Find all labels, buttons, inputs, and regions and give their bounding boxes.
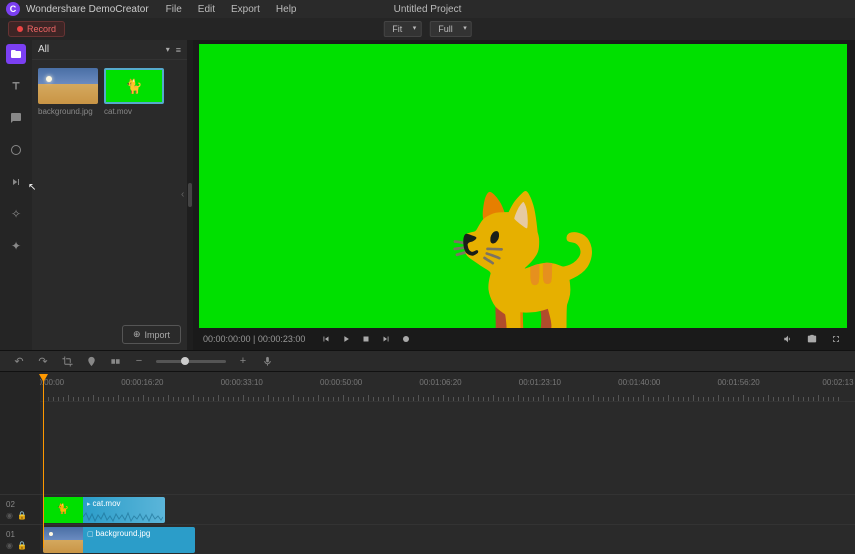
fit-dropdown[interactable]: Fit [383, 21, 421, 37]
media-thumb [104, 68, 164, 104]
video-preview[interactable]: 🐈 [199, 44, 847, 328]
play-icon[interactable] [339, 332, 353, 346]
stop-icon[interactable] [359, 332, 373, 346]
menu-edit[interactable]: Edit [191, 4, 222, 15]
track-01[interactable]: ▢background.jpg [40, 524, 855, 554]
clip-background[interactable]: ▢background.jpg [43, 527, 195, 553]
lock-icon[interactable]: 🔒 [17, 511, 27, 520]
track-02[interactable]: ▸cat.mov [40, 494, 855, 524]
menu-file[interactable]: File [159, 4, 189, 15]
audio-waveform-icon [83, 511, 163, 523]
lock-icon[interactable]: 🔒 [17, 541, 27, 550]
media-panel: All ▾ ≡ background.jpg cat.mov ⊕ Import [32, 40, 187, 350]
import-label: Import [144, 330, 170, 340]
media-label: background.jpg [38, 107, 98, 116]
menu-bar: C Wondershare DemoCreator File Edit Expo… [0, 0, 855, 18]
media-item-background[interactable]: background.jpg [38, 68, 98, 116]
panel-resize-handle[interactable] [188, 183, 192, 207]
full-dropdown[interactable]: Full [429, 21, 472, 37]
ruler-mark: 00:01:23:10 [519, 378, 561, 387]
preview-panel: 🐈 00:00:00:00 | 00:00:23:00 [193, 40, 855, 350]
record-dot-icon [17, 26, 23, 32]
track-header-02[interactable]: 02 ◉🔒 [0, 494, 40, 524]
marker-icon[interactable] [84, 354, 98, 368]
time-display: 00:00:00:00 | 00:00:23:00 [203, 334, 305, 344]
app-name: Wondershare DemoCreator [26, 4, 149, 15]
track-headers: 02 ◉🔒 01 ◉🔒 [0, 372, 40, 554]
import-button[interactable]: ⊕ Import [122, 325, 181, 344]
ruler-mark: 00:01:40:00 [618, 378, 660, 387]
media-item-cat[interactable]: cat.mov [104, 68, 164, 116]
track-header-01[interactable]: 01 ◉🔒 [0, 524, 40, 554]
time-ruler[interactable]: 00:00:00:0000:00:16:2000:00:33:1000:00:5… [40, 372, 855, 402]
media-library-icon[interactable] [6, 44, 26, 64]
skip-end-icon[interactable] [379, 332, 393, 346]
fullscreen-icon[interactable] [829, 332, 843, 346]
media-thumb [38, 68, 98, 104]
clip-thumb [43, 527, 83, 553]
timeline: 02 ◉🔒 01 ◉🔒 00:00:00:0000:00:16:2000:00:… [0, 372, 855, 554]
effects-icon[interactable]: ✧ [6, 204, 26, 224]
record-button[interactable]: Record [8, 21, 65, 37]
zoom-out-icon[interactable]: − [132, 354, 146, 368]
video-icon: ▸ [87, 501, 91, 508]
clip-label: cat.mov [93, 499, 121, 508]
cat-subject: 🐈 [436, 198, 610, 328]
eye-icon[interactable]: ◉ [6, 541, 13, 550]
ruler-mark: 00:01:06:20 [419, 378, 461, 387]
split-icon[interactable] [108, 354, 122, 368]
record-marker-icon[interactable] [399, 332, 413, 346]
playback-bar: 00:00:00:00 | 00:00:23:00 [199, 328, 847, 350]
menu-help[interactable]: Help [269, 4, 304, 15]
redo-icon[interactable]: ↷ [36, 354, 50, 368]
import-icon: ⊕ [133, 329, 141, 340]
zoom-thumb[interactable] [181, 357, 189, 365]
cursor-effects-icon[interactable]: ✦ [6, 236, 26, 256]
clip-cat[interactable]: ▸cat.mov [43, 497, 165, 523]
sticker-icon[interactable] [6, 140, 26, 160]
media-label: cat.mov [104, 107, 164, 116]
ruler-mark: 00:01:56:20 [717, 378, 759, 387]
timeline-toolbar: ↶ ↷ − + [0, 350, 855, 372]
mic-icon[interactable] [260, 354, 274, 368]
timeline-content[interactable]: 00:00:00:0000:00:16:2000:00:33:1000:00:5… [40, 372, 855, 554]
ruler-mark: 00:00:50:00 [320, 378, 362, 387]
skip-start-icon[interactable] [319, 332, 333, 346]
chevron-down-icon[interactable]: ▾ [166, 45, 170, 55]
playhead[interactable] [43, 374, 44, 548]
image-icon: ▢ [87, 531, 94, 538]
app-logo-icon: C [6, 2, 20, 16]
transition-icon[interactable] [6, 172, 26, 192]
menu-export[interactable]: Export [224, 4, 267, 15]
annotation-icon[interactable] [6, 108, 26, 128]
project-title: Untitled Project [394, 4, 462, 15]
top-toolbar: Record Fit Full [0, 18, 855, 40]
ruler-mark: 00:00:33:10 [221, 378, 263, 387]
clip-thumb [43, 497, 83, 523]
ruler-mark: 00:02:13 [822, 378, 853, 387]
media-tab-all[interactable]: All [38, 44, 49, 55]
ruler-mark: 00:00:16:20 [121, 378, 163, 387]
zoom-slider[interactable] [156, 360, 226, 363]
undo-icon[interactable]: ↶ [12, 354, 26, 368]
volume-icon[interactable] [781, 332, 795, 346]
zoom-in-icon[interactable]: + [236, 354, 250, 368]
clip-label: background.jpg [96, 529, 151, 538]
snapshot-icon[interactable] [805, 332, 819, 346]
tool-sidebar: ✧ ✦ [0, 40, 32, 350]
eye-icon[interactable]: ◉ [6, 511, 13, 520]
text-tool-icon[interactable] [6, 76, 26, 96]
record-label: Record [27, 24, 56, 34]
crop-icon[interactable] [60, 354, 74, 368]
menu-icon[interactable]: ≡ [176, 45, 181, 55]
